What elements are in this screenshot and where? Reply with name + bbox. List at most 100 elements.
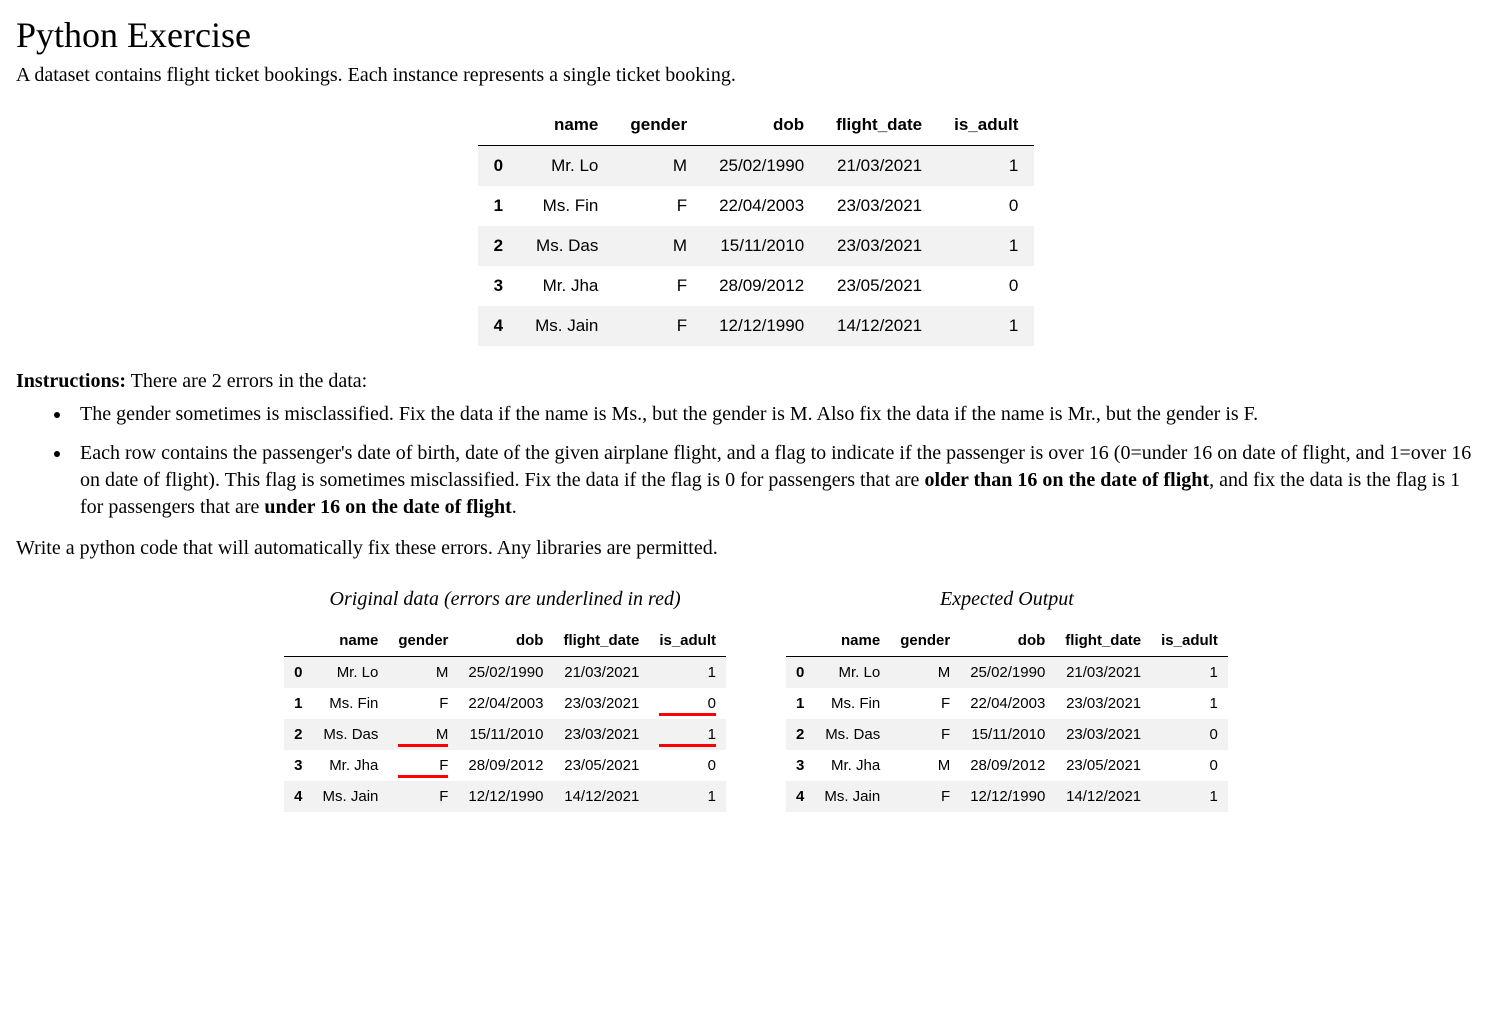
cell-gender: M	[890, 657, 960, 689]
cell-value: Mr. Lo	[323, 664, 379, 681]
cell-value: F	[398, 757, 448, 774]
cell-name: Mr. Jha	[519, 266, 614, 306]
cell-value: Ms. Fin	[323, 695, 379, 712]
cell-gender: F	[388, 688, 458, 719]
column-header-flight_date: flight_date	[820, 105, 938, 146]
page-title: Python Exercise	[16, 14, 1496, 56]
cell-value: M	[630, 156, 687, 176]
column-header-is_adult: is_adult	[1151, 625, 1228, 657]
cell-name: Mr. Jha	[313, 750, 389, 781]
cell-is_adult: 0	[1151, 750, 1228, 781]
cell-flight_date: 23/03/2021	[820, 226, 938, 266]
cell-is_adult: 1	[1151, 657, 1228, 689]
cell-value: 22/04/2003	[970, 695, 1045, 712]
table-row: 0Mr. LoM25/02/199021/03/20211	[478, 146, 1035, 187]
table-row: 4Ms. JainF12/12/199014/12/20211	[478, 306, 1035, 346]
cell-value: M	[900, 664, 950, 681]
cell-value: 23/05/2021	[1065, 757, 1141, 774]
cell-flight_date: 23/03/2021	[1055, 719, 1151, 750]
cell-gender: F	[388, 750, 458, 781]
cell-value: Mr. Jha	[535, 276, 598, 296]
cell-value: Ms. Das	[323, 726, 379, 743]
cell-gender: M	[890, 750, 960, 781]
cell-value: F	[630, 276, 687, 296]
cell-value: Ms. Jain	[323, 788, 379, 805]
cell-name: Ms. Das	[519, 226, 614, 266]
cell-gender: F	[890, 781, 960, 812]
column-header-name: name	[814, 625, 890, 657]
comparison-section: Original data (errors are underlined in …	[16, 588, 1496, 812]
cell-flight_date: 23/03/2021	[553, 688, 649, 719]
instructions-bold: Instructions:	[16, 370, 126, 392]
cell-value: Mr. Lo	[535, 156, 598, 176]
cell-name: Ms. Das	[814, 719, 890, 750]
row-index: 3	[478, 266, 519, 306]
column-header-is_adult: is_adult	[938, 105, 1034, 146]
cell-is_adult: 1	[649, 657, 726, 689]
cell-value: 28/09/2012	[719, 276, 804, 296]
cell-flight_date: 14/12/2021	[820, 306, 938, 346]
cell-is_adult: 1	[938, 226, 1034, 266]
cell-value: 1	[954, 236, 1018, 256]
cell-dob: 12/12/1990	[458, 781, 553, 812]
cell-value: 22/04/2003	[719, 196, 804, 216]
cell-name: Mr. Lo	[814, 657, 890, 689]
table-row: 2Ms. DasM15/11/201023/03/20211	[284, 719, 726, 750]
cell-flight_date: 23/05/2021	[820, 266, 938, 306]
cell-value: 0	[954, 276, 1018, 296]
table-row: 3Mr. JhaF28/09/201223/05/20210	[284, 750, 726, 781]
cell-dob: 22/04/2003	[960, 688, 1055, 719]
cell-flight_date: 23/05/2021	[1055, 750, 1151, 781]
table-row: 0Mr. LoM25/02/199021/03/20211	[786, 657, 1228, 689]
cell-value: F	[900, 695, 950, 712]
cell-value: 0	[1161, 757, 1218, 774]
cell-value: 1	[659, 788, 716, 805]
column-header-gender: gender	[614, 105, 703, 146]
cell-value: M	[398, 726, 448, 743]
row-index: 4	[786, 781, 814, 812]
cell-value: 0	[954, 196, 1018, 216]
cell-value: 21/03/2021	[563, 664, 639, 681]
cell-value: 28/09/2012	[468, 757, 543, 774]
cell-is_adult: 0	[649, 750, 726, 781]
cell-is_adult: 1	[649, 719, 726, 750]
table-row: 0Mr. LoM25/02/199021/03/20211	[284, 657, 726, 689]
cell-value: F	[900, 788, 950, 805]
cell-value: Ms. Jain	[535, 316, 598, 336]
cell-value: 25/02/1990	[970, 664, 1045, 681]
cell-dob: 28/09/2012	[458, 750, 553, 781]
cell-gender: F	[890, 719, 960, 750]
cell-name: Ms. Jain	[814, 781, 890, 812]
cell-value: 0	[659, 757, 716, 774]
cell-dob: 12/12/1990	[960, 781, 1055, 812]
cell-value: 23/03/2021	[1065, 695, 1141, 712]
cell-value: Ms. Das	[824, 726, 880, 743]
error-item-2: Each row contains the passenger's date o…	[72, 440, 1496, 521]
cell-flight_date: 14/12/2021	[1055, 781, 1151, 812]
bullet2-part-e: .	[512, 496, 517, 518]
cell-is_adult: 1	[1151, 781, 1228, 812]
original-data-table: namegenderdobflight_dateis_adult0Mr. LoM…	[284, 625, 726, 812]
cell-value: 0	[1161, 726, 1218, 743]
error-item-1: The gender sometimes is misclassified. F…	[72, 401, 1496, 428]
bullet2-part-b: older than 16 on the date of flight	[924, 469, 1209, 491]
original-caption: Original data (errors are underlined in …	[330, 588, 681, 611]
cell-dob: 15/11/2010	[703, 226, 820, 266]
cell-gender: F	[388, 781, 458, 812]
cell-dob: 22/04/2003	[458, 688, 553, 719]
cell-value: M	[630, 236, 687, 256]
row-index: 0	[478, 146, 519, 187]
cell-flight_date: 23/05/2021	[553, 750, 649, 781]
cell-value: 14/12/2021	[1065, 788, 1141, 805]
cell-gender: F	[614, 266, 703, 306]
cell-value: F	[398, 788, 448, 805]
table-row: 1Ms. FinF22/04/200323/03/20210	[284, 688, 726, 719]
cell-value: 12/12/1990	[719, 316, 804, 336]
row-index: 2	[284, 719, 312, 750]
cell-value: 1	[659, 664, 716, 681]
cell-gender: M	[388, 657, 458, 689]
intro-text: A dataset contains flight ticket booking…	[16, 64, 1496, 87]
row-index: 0	[786, 657, 814, 689]
row-index: 1	[284, 688, 312, 719]
cell-is_adult: 1	[649, 781, 726, 812]
